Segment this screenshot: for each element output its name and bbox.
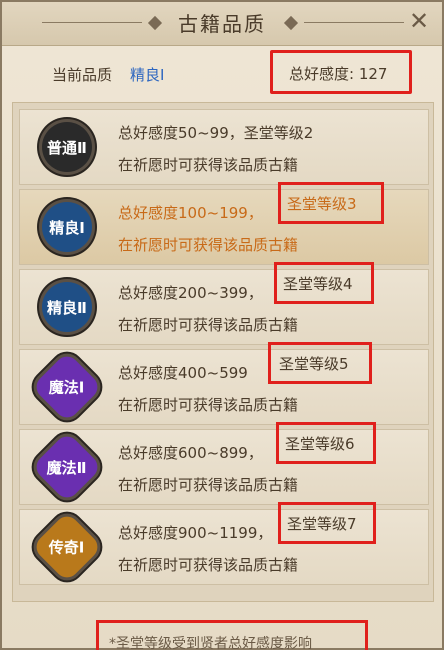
tier-badge-fine-2: 精良Ⅱ xyxy=(42,282,92,332)
tier-condition: 总好感度900~1199， xyxy=(118,524,273,542)
tier-badge-magic-2: 魔法Ⅱ xyxy=(31,431,103,503)
total-favor-highlight: 总好感度: 127 xyxy=(270,50,412,94)
tier-description: 在祈愿时可获得该品质古籍 xyxy=(118,476,299,494)
footer-note-highlight: *圣堂等级受到贤者总好感度影响 xyxy=(96,620,368,650)
tier-level: 圣堂等级6 xyxy=(285,435,355,453)
tier-description: 在祈愿时可获得该品质古籍 xyxy=(118,396,299,414)
tier-badge-common-2: 普通Ⅱ xyxy=(42,122,92,172)
panel-header: 古籍品质 ✕ xyxy=(2,2,442,46)
quality-summary: 当前品质 精良Ⅰ 总好感度: 127 xyxy=(2,50,444,96)
tier-description: 在祈愿时可获得该品质古籍 xyxy=(118,156,299,174)
tier-row-common-2[interactable]: 普通Ⅱ 总好感度50~99，圣堂等级2 在祈愿时可获得该品质古籍 xyxy=(19,109,429,185)
close-icon[interactable]: ✕ xyxy=(406,8,432,34)
total-favor-text: 总好感度: 127 xyxy=(289,65,388,83)
tier-level: 圣堂等级4 xyxy=(283,275,353,293)
tier-level: 圣堂等级7 xyxy=(287,515,357,533)
tier-condition: 总好感度100~199， xyxy=(118,204,263,222)
tier-row-legend-1[interactable]: 传奇Ⅰ 总好感度900~1199， 圣堂等级7 在祈愿时可获得该品质古籍 xyxy=(19,502,429,585)
level-highlight: 圣堂等级4 xyxy=(274,262,374,304)
tier-level: 圣堂等级3 xyxy=(287,195,357,213)
tier-condition: 总好感度50~99，圣堂等级2 xyxy=(118,124,314,142)
tier-row-fine-2[interactable]: 精良Ⅱ 总好感度200~399， 圣堂等级4 在祈愿时可获得该品质古籍 xyxy=(19,262,429,345)
quality-panel: 古籍品质 ✕ 当前品质 精良Ⅰ 总好感度: 127 普通Ⅱ 总好感度50~99，… xyxy=(0,0,444,650)
tier-row-fine-1[interactable]: 精良Ⅰ 总好感度100~199， 圣堂等级3 在祈愿时可获得该品质古籍 xyxy=(19,182,429,265)
level-highlight: 圣堂等级7 xyxy=(278,502,376,544)
current-quality-label: 当前品质 xyxy=(52,66,113,84)
level-highlight: 圣堂等级3 xyxy=(278,182,384,224)
tier-condition: 总好感度400~599 xyxy=(118,364,248,382)
tier-row-magic-1[interactable]: 魔法Ⅰ 总好感度400~599 圣堂等级5 在祈愿时可获得该品质古籍 xyxy=(19,342,429,425)
tier-badge-magic-1: 魔法Ⅰ xyxy=(31,351,103,423)
quality-tier-list[interactable]: 普通Ⅱ 总好感度50~99，圣堂等级2 在祈愿时可获得该品质古籍 精良Ⅰ 总好感… xyxy=(12,102,434,602)
tier-condition: 总好感度200~399， xyxy=(118,284,263,302)
tier-condition: 总好感度600~899， xyxy=(118,444,263,462)
level-highlight: 圣堂等级6 xyxy=(276,422,376,464)
tier-badge-fine-1: 精良Ⅰ xyxy=(42,202,92,252)
tier-description: 在祈愿时可获得该品质古籍 xyxy=(118,316,299,334)
tier-row-magic-2[interactable]: 魔法Ⅱ 总好感度600~899， 圣堂等级6 在祈愿时可获得该品质古籍 xyxy=(19,422,429,505)
title-right-line xyxy=(304,22,404,23)
current-quality-value: 精良Ⅰ xyxy=(130,66,165,84)
tier-description: 在祈愿时可获得该品质古籍 xyxy=(118,556,299,574)
tier-description: 在祈愿时可获得该品质古籍 xyxy=(118,236,299,254)
footer-note: *圣堂等级受到贤者总好感度影响 xyxy=(109,636,312,650)
tier-level: 圣堂等级5 xyxy=(279,355,349,373)
level-highlight: 圣堂等级5 xyxy=(268,342,372,384)
tier-badge-legend-1: 传奇Ⅰ xyxy=(31,511,103,583)
